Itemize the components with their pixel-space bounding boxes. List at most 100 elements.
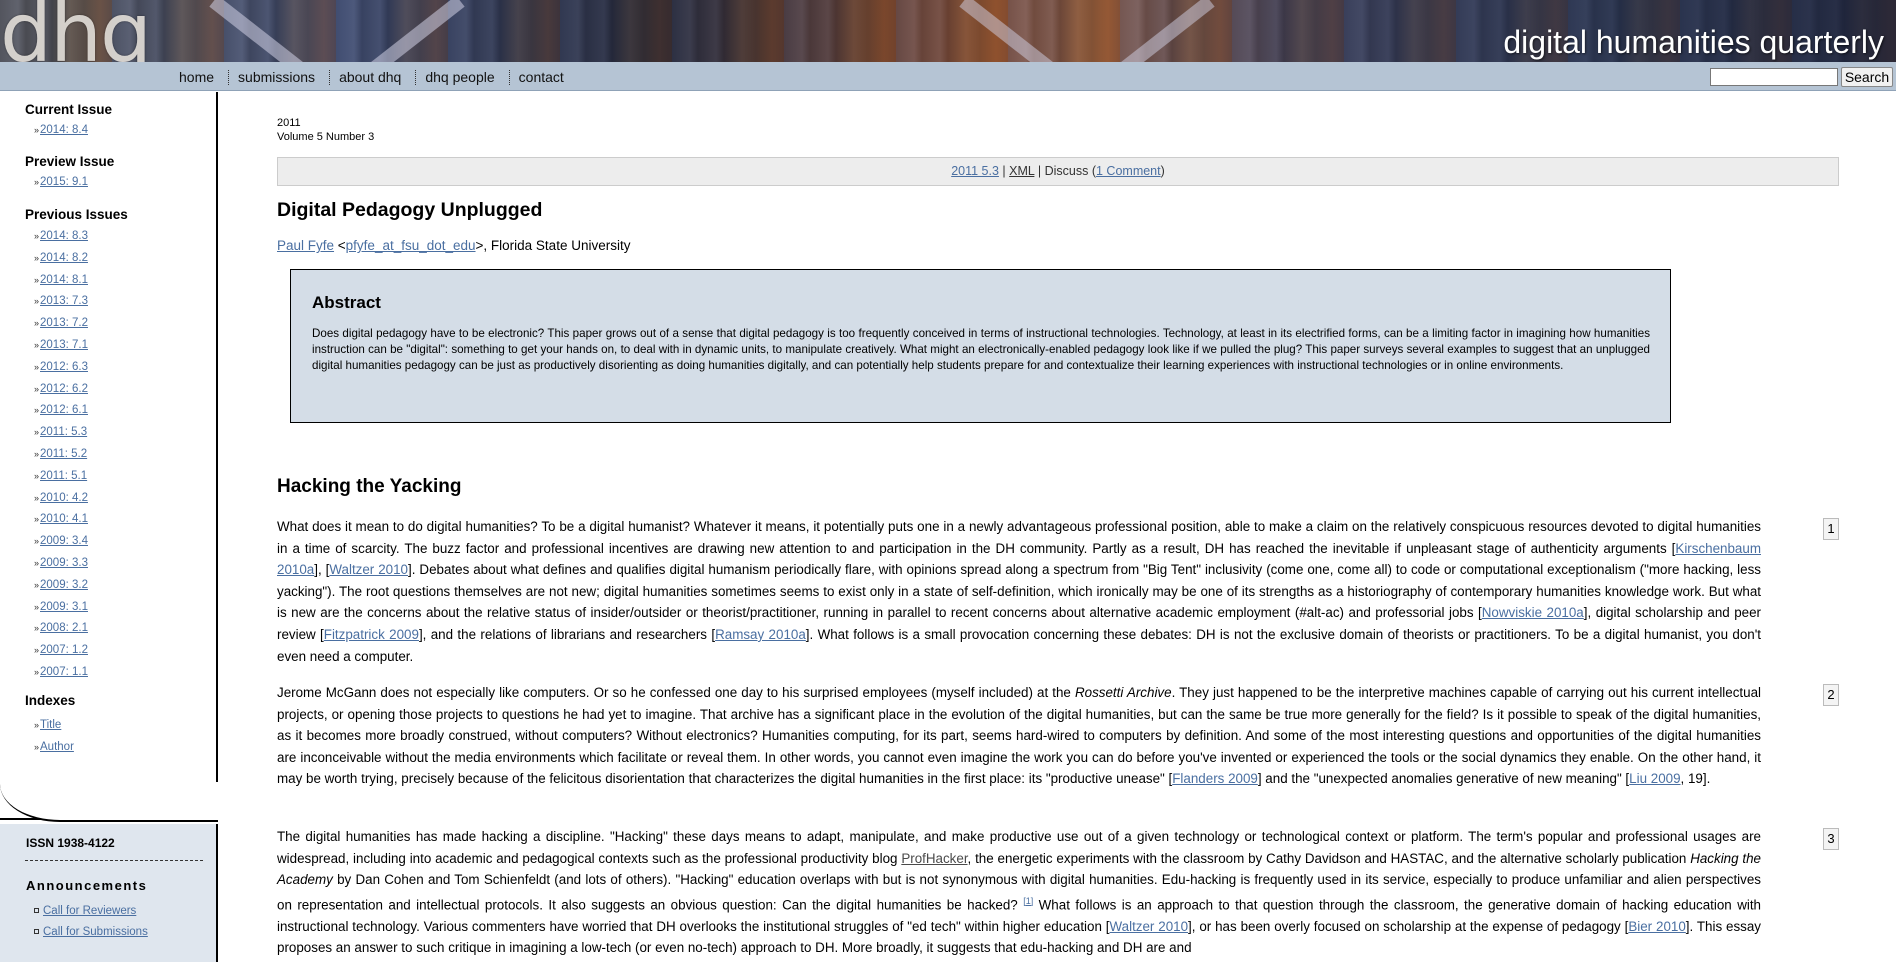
comments-link[interactable]: 1 Comment xyxy=(1096,164,1161,178)
nav-home[interactable]: home xyxy=(170,70,230,85)
sidebar-link-previous-issue[interactable]: »2013: 7.1 xyxy=(34,339,88,351)
site-logo[interactable]: dhq xyxy=(0,0,152,62)
sidebar-link-previous-issue[interactable]: »2007: 1.1 xyxy=(34,666,88,678)
sidebar-link-label: 2014: 8.1 xyxy=(40,273,88,286)
citation-link[interactable]: Waltzer 2010 xyxy=(1110,919,1189,934)
sidebar-link-previous-issue[interactable]: »2008: 2.1 xyxy=(34,622,88,634)
sidebar-link-label: 2013: 7.2 xyxy=(40,317,88,330)
sidebar-link-title-index[interactable]: »Title xyxy=(34,719,61,731)
nav-about-dhq[interactable]: about dhq xyxy=(330,70,417,85)
citation-link[interactable]: Liu 2009 xyxy=(1629,771,1680,786)
announcement-label: Call for Submissions xyxy=(43,926,148,938)
sidebar-link-label: 2007: 1.2 xyxy=(40,644,88,657)
nav-dhq-people[interactable]: dhq people xyxy=(416,70,510,85)
sidebar-link-previous-issue[interactable]: »2011: 5.3 xyxy=(34,426,87,438)
double-chevron-icon: » xyxy=(34,383,40,394)
paragraph-number[interactable]: 3 xyxy=(1823,828,1839,850)
announcement-call-for-submissions[interactable]: Call for Submissions xyxy=(34,926,148,938)
citation-link[interactable]: Flanders 2009 xyxy=(1172,771,1258,786)
issue-volume: Volume 5 Number 3 xyxy=(277,131,375,143)
sidebar-link-label: 2012: 6.1 xyxy=(40,404,88,417)
search-button[interactable]: Search xyxy=(1841,67,1893,87)
article-title: Digital Pedagogy Unplugged xyxy=(277,199,543,221)
sidebar-link-previous-issue[interactable]: »2007: 1.2 xyxy=(34,644,88,656)
paragraph-text: Jerome McGann does not especially like c… xyxy=(277,685,1075,700)
toolbar-separator: | xyxy=(998,164,1010,178)
paragraph-text: ], [ xyxy=(314,562,330,578)
discuss-close: ) xyxy=(1160,164,1165,178)
issue-link[interactable]: 2011 5.3 xyxy=(951,164,999,178)
sidebar: Current Issue »2014: 8.4 Preview Issue »… xyxy=(0,92,218,962)
sidebar-link-previous-issue[interactable]: »2010: 4.1 xyxy=(34,513,88,525)
issn-label: ISSN 1938-4122 xyxy=(26,836,115,850)
sidebar-link-previous-issue[interactable]: »2012: 6.2 xyxy=(34,383,88,395)
citation-link[interactable]: Ramsay 2010a xyxy=(715,627,806,642)
sidebar-link-previous-issue[interactable]: »2009: 3.1 xyxy=(34,601,88,613)
sidebar-link-previous-issue[interactable]: »2014: 8.2 xyxy=(34,252,88,264)
sidebar-link-current-issue[interactable]: »2014: 8.4 xyxy=(34,124,88,136)
paragraph-number[interactable]: 1 xyxy=(1823,518,1839,540)
sidebar-link-previous-issue[interactable]: »2011: 5.1 xyxy=(34,470,87,482)
double-chevron-icon: » xyxy=(34,579,40,590)
double-chevron-icon: » xyxy=(34,720,40,730)
sidebar-link-label: 2007: 1.1 xyxy=(40,666,88,678)
sidebar-link-label: 2013: 7.1 xyxy=(40,339,88,351)
site-title: digital humanities quarterly xyxy=(1503,24,1884,60)
sidebar-link-previous-issue[interactable]: »2013: 7.2 xyxy=(34,317,88,329)
footnote-link[interactable]: [1] xyxy=(1023,896,1033,906)
author-email-link[interactable]: pfyfe_at_fsu_dot_edu xyxy=(346,238,476,253)
sidebar-link-label: 2009: 3.3 xyxy=(40,557,88,569)
double-chevron-icon: » xyxy=(34,296,40,307)
citation-link[interactable]: Waltzer 2010 xyxy=(329,562,408,577)
abstract-heading: Abstract xyxy=(312,293,381,312)
citation-link[interactable]: Bier 2010 xyxy=(1628,919,1685,934)
sidebar-link-previous-issue[interactable]: »2010: 4.2 xyxy=(34,492,88,504)
announcement-label: Call for Reviewers xyxy=(43,905,137,917)
double-chevron-icon: » xyxy=(34,405,40,416)
external-link[interactable]: ProfHacker xyxy=(901,851,967,866)
author-affiliation: >, Florida State University xyxy=(475,238,631,253)
sidebar-link-previous-issue[interactable]: »2012: 6.1 xyxy=(34,404,88,416)
current-issue-heading: Current Issue xyxy=(25,102,113,117)
sidebar-link-previous-issue[interactable]: »2011: 5.2 xyxy=(34,448,87,460)
sidebar-link-preview-issue[interactable]: »2015: 9.1 xyxy=(34,176,88,188)
double-chevron-icon: » xyxy=(34,645,40,656)
sidebar-link-author-index[interactable]: »Author xyxy=(34,741,74,753)
citation-link[interactable]: Fitzpatrick 2009 xyxy=(324,627,419,642)
sidebar-link-previous-issue[interactable]: »2013: 7.3 xyxy=(34,295,88,307)
sidebar-link-previous-issue[interactable]: »2014: 8.1 xyxy=(34,274,88,286)
sidebar-link-previous-issue[interactable]: »2009: 3.4 xyxy=(34,535,88,547)
square-bullet-icon xyxy=(34,908,39,914)
issue-year: 2011 xyxy=(277,117,301,129)
sidebar-issues-panel: Current Issue »2014: 8.4 Preview Issue »… xyxy=(0,92,218,820)
citation-link[interactable]: Nowviskie 2010a xyxy=(1482,605,1584,620)
sidebar-link-label: 2009: 3.2 xyxy=(40,578,88,591)
double-chevron-icon: » xyxy=(34,177,40,187)
sidebar-link-previous-issue[interactable]: »2009: 3.3 xyxy=(34,557,88,569)
double-chevron-icon: » xyxy=(34,231,40,241)
paragraph-number[interactable]: 2 xyxy=(1823,684,1839,706)
sidebar-link-previous-issue[interactable]: »2014: 8.3 xyxy=(34,230,88,242)
xml-link[interactable]: XML xyxy=(1009,164,1034,178)
sidebar-link-previous-issue[interactable]: »2009: 3.2 xyxy=(34,579,88,591)
discuss-label: Discuss ( xyxy=(1044,164,1096,178)
sidebar-link-label: 2010: 4.1 xyxy=(40,513,88,526)
abstract-text: Does digital pedagogy have to be electro… xyxy=(312,327,1650,372)
sidebar-curve xyxy=(0,782,218,822)
nav-submissions[interactable]: submissions xyxy=(229,70,331,85)
double-chevron-icon: » xyxy=(34,514,40,525)
sidebar-link-label: 2014: 8.4 xyxy=(40,124,88,136)
site-banner: dhq digital humanities quarterly xyxy=(0,0,1896,62)
email-open: < xyxy=(334,238,346,253)
nav-contact[interactable]: contact xyxy=(510,70,578,85)
author-link[interactable]: Paul Fyfe xyxy=(277,238,334,253)
sidebar-divider xyxy=(25,860,203,861)
double-chevron-icon: » xyxy=(34,536,40,547)
paragraph-text: ] and the "unexpected anomalies generati… xyxy=(1257,771,1630,787)
announcement-call-for-reviewers[interactable]: Call for Reviewers xyxy=(34,905,136,917)
sidebar-link-label: 2011: 5.1 xyxy=(40,469,88,482)
double-chevron-icon: » xyxy=(34,449,40,459)
sidebar-link-previous-issue[interactable]: »2012: 6.3 xyxy=(34,361,88,373)
paragraph-text: ], and the relations of librarians and r… xyxy=(418,626,716,642)
search-input[interactable] xyxy=(1710,68,1838,86)
